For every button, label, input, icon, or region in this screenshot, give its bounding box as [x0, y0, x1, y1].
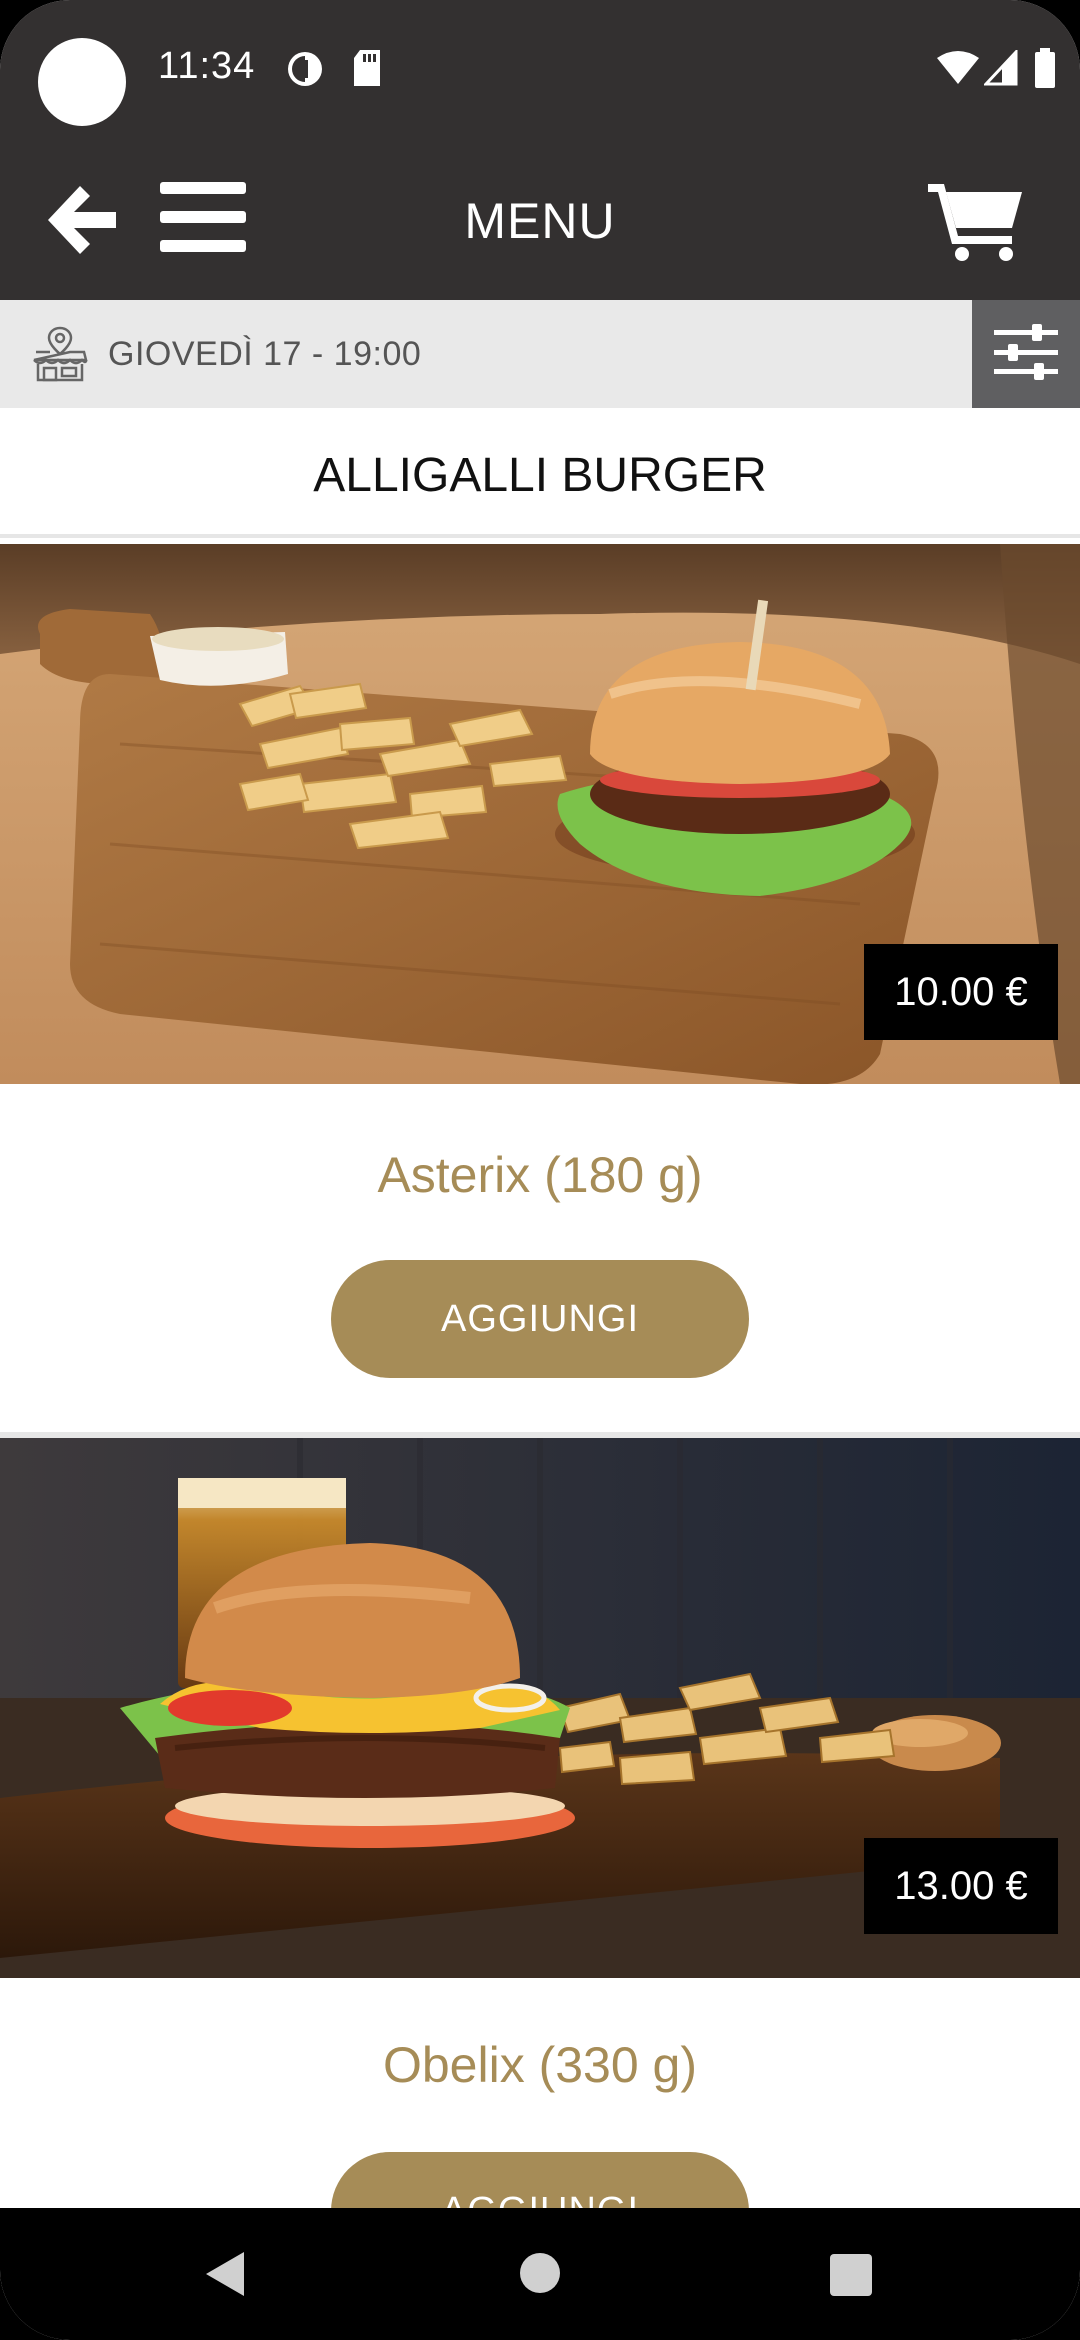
phone-screen: 11:34 MENU GIOVEDÌ 17 - 19:00 ALLIGALLI … — [0, 0, 1080, 2340]
category-header: ALLIGALLI BURGER — [0, 408, 1080, 538]
data-saver-icon — [286, 50, 324, 93]
order-date-time: GIOVEDÌ 17 - 19:00 — [108, 335, 422, 373]
filter-button[interactable] — [972, 300, 1080, 408]
nav-home-icon[interactable] — [519, 2252, 561, 2299]
app-bar: MENU — [0, 140, 1080, 300]
status-bar: 11:34 — [0, 0, 1080, 140]
battery-icon — [1034, 48, 1056, 93]
product-name[interactable]: Obelix (330 g) — [0, 2036, 1080, 2094]
page-title: MENU — [464, 193, 616, 249]
product-name[interactable]: Asterix (180 g) — [0, 1146, 1080, 1204]
product-card[interactable]: 13.00 € Obelix (330 g) AGGIUNGI — [0, 1438, 1080, 2270]
cart-icon[interactable] — [928, 180, 1024, 267]
category-name: ALLIGALLI BURGER — [313, 449, 767, 502]
product-price: 13.00 € — [864, 1838, 1058, 1934]
product-card[interactable]: 10.00 € Asterix (180 g) AGGIUNGI — [0, 544, 1080, 1432]
system-nav-bar — [0, 2208, 1080, 2340]
nav-recents-icon[interactable] — [830, 2254, 872, 2301]
nav-back-icon[interactable] — [204, 2250, 246, 2303]
add-to-cart-button[interactable]: AGGIUNGI — [331, 1260, 749, 1378]
camera-cutout — [38, 38, 126, 126]
signal-icon — [982, 48, 1018, 91]
status-time: 11:34 — [158, 45, 256, 87]
wifi-icon — [936, 50, 980, 91]
store-location-icon — [32, 326, 88, 387]
filter-sliders-icon — [994, 323, 1058, 385]
sd-card-icon — [352, 50, 382, 91]
product-price: 10.00 € — [864, 944, 1058, 1040]
date-bar[interactable]: GIOVEDÌ 17 - 19:00 — [0, 300, 1080, 408]
